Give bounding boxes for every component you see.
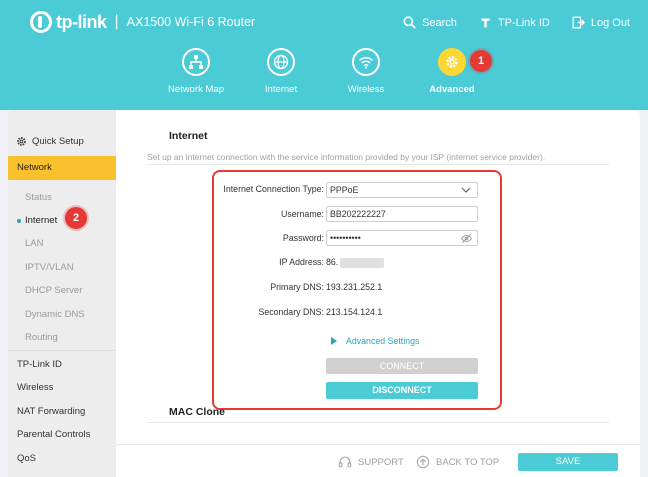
password-value: •••••••••• (330, 233, 361, 243)
page-description: Set up an internet connection with the s… (147, 152, 546, 162)
advanced-settings-toggle[interactable]: Advanced Settings (331, 336, 419, 346)
username-value: BB202222227 (330, 209, 386, 219)
sidebar-item-quick-setup[interactable]: Quick Setup (16, 136, 84, 147)
tplink-id-link-label: TP-Link ID (497, 16, 550, 29)
ip-address-redacted (340, 257, 385, 268)
sidebar-item-tplink-id[interactable]: TP-Link ID (8, 359, 116, 370)
network-map-icon (189, 55, 203, 69)
tplink-id-icon (481, 18, 490, 28)
main-nav: Network Map Internet Wireless Advanced (0, 48, 648, 108)
support-label: SUPPORT (358, 456, 404, 468)
back-to-top-label: BACK TO TOP (436, 456, 500, 468)
support-link[interactable]: SUPPORT (338, 455, 404, 469)
tplink-id-link[interactable]: TP-Link ID (479, 16, 550, 29)
main-card: Quick Setup Network Status Internet LAN … (8, 110, 640, 477)
nav-network-map-label: Network Map (168, 84, 224, 95)
save-button[interactable]: SAVE (518, 453, 618, 471)
sidebar-subitem-routing[interactable]: Routing (8, 332, 116, 343)
sidebar-divider (8, 350, 116, 351)
section-divider-2 (147, 422, 609, 423)
ip-address-value-wrap: 86. (326, 257, 385, 268)
tplink-logo[interactable]: tp-link | AX1500 Wi-Fi 6 Router (30, 11, 255, 33)
headset-icon (338, 456, 352, 468)
username-label: Username: (280, 209, 324, 219)
gear-icon (446, 56, 458, 68)
connection-type-select[interactable]: PPPoE (326, 182, 478, 198)
sidebar-subitem-dhcp-server[interactable]: DHCP Server (8, 285, 116, 296)
nav-advanced-circle (438, 48, 466, 76)
sidebar-item-parental-controls[interactable]: Parental Controls (8, 429, 116, 440)
mac-clone-title: MAC Clone (169, 406, 225, 418)
annotation-badge-2: 2 (65, 207, 87, 229)
nav-network-map-circle (182, 48, 210, 76)
nav-wireless-circle (352, 48, 380, 76)
sidebar-item-qos[interactable]: QoS (8, 453, 116, 464)
primary-dns-value: 193.231.252.1 (326, 282, 383, 292)
secondary-dns-label: Secondary DNS: (258, 307, 324, 317)
sidebar: Quick Setup Network Status Internet LAN … (8, 110, 116, 477)
sidebar-subitem-status[interactable]: Status (8, 192, 116, 203)
section-divider (147, 164, 609, 165)
ip-address-value: 86. (326, 257, 339, 267)
logout-link-label: Log Out (590, 16, 630, 29)
router-model: AX1500 Wi-Fi 6 Router (126, 15, 256, 29)
password-label: Password: (282, 233, 324, 243)
header: tp-link | AX1500 Wi-Fi 6 Router Search T… (0, 0, 648, 110)
nav-wireless[interactable]: Wireless (321, 48, 411, 95)
tplink-logo-icon (30, 11, 52, 33)
nav-internet-circle (267, 48, 295, 76)
back-to-top-link[interactable]: BACK TO TOP (416, 455, 499, 469)
nav-internet-label: Internet (264, 84, 298, 95)
globe-icon (273, 54, 289, 70)
connection-type-label: Internet Connection Type: (223, 184, 324, 194)
advanced-settings-label: Advanced Settings (346, 336, 420, 346)
nav-network-map[interactable]: Network Map (151, 48, 241, 95)
secondary-dns-value: 213.154.124.1 (326, 307, 383, 317)
disconnect-button[interactable]: DISCONNECT (326, 382, 478, 399)
connection-type-value: PPPoE (330, 185, 359, 195)
sidebar-item-network[interactable]: Network (8, 156, 116, 180)
logout-icon (572, 16, 585, 29)
brand-separator: | (114, 13, 119, 30)
sidebar-subitem-internet[interactable]: Internet (8, 215, 116, 226)
content-area: Internet Set up an internet connection w… (116, 110, 640, 477)
search-icon (403, 16, 416, 29)
ip-address-label: IP Address: (279, 257, 324, 267)
footer-bar: SUPPORT BACK TO TOP SAVE (116, 444, 640, 477)
page-title: Internet (169, 130, 208, 142)
chevron-down-icon (461, 187, 471, 193)
top-links: Search TP-Link ID Log Out (403, 16, 630, 29)
internet-settings-form: Internet Connection Type: PPPoE Username… (212, 170, 502, 410)
connect-button[interactable]: CONNECT (326, 358, 478, 374)
eye-hidden-icon[interactable] (461, 233, 472, 244)
annotation-badge-1: 1 (470, 50, 492, 72)
nav-wireless-label: Wireless (347, 84, 385, 95)
brand-name: tp-link (56, 11, 107, 32)
sidebar-item-wireless[interactable]: Wireless (8, 382, 116, 393)
password-input[interactable]: •••••••••• (326, 230, 478, 246)
primary-dns-label: Primary DNS: (270, 282, 324, 292)
nav-internet[interactable]: Internet (236, 48, 326, 95)
username-input[interactable]: BB202222227 (326, 206, 478, 222)
triangle-right-icon (331, 337, 337, 345)
sidebar-subitem-lan[interactable]: LAN (8, 238, 116, 249)
sidebar-item-quick-setup-label: Quick Setup (32, 136, 84, 147)
sidebar-subitem-dynamic-dns[interactable]: Dynamic DNS (8, 309, 116, 320)
sidebar-item-nat-forwarding[interactable]: NAT Forwarding (8, 406, 116, 417)
logout-link[interactable]: Log Out (572, 16, 630, 29)
sidebar-subitem-iptv-vlan[interactable]: IPTV/VLAN (8, 262, 116, 273)
quick-setup-gear-icon (17, 137, 26, 146)
search-link[interactable]: Search (403, 16, 457, 29)
nav-advanced-label: Advanced (429, 84, 475, 95)
arrow-up-circle-icon (416, 455, 430, 469)
search-link-label: Search (422, 16, 457, 29)
wifi-icon (358, 56, 374, 69)
